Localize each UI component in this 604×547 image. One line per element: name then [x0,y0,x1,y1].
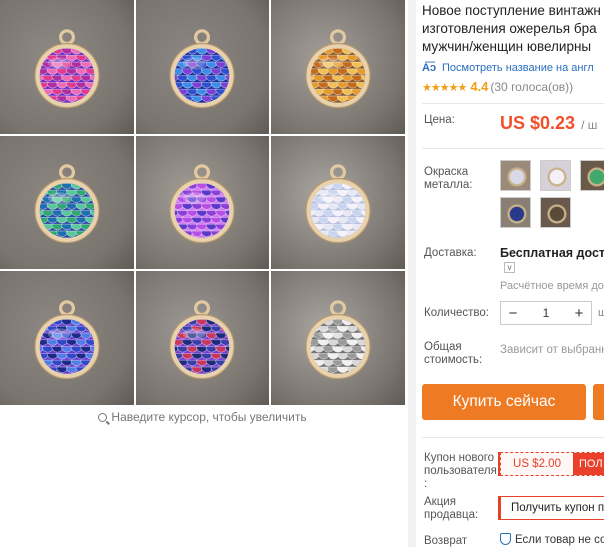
quantity-unit: ш [598,307,604,319]
pendant-image [169,300,236,380]
return-policy-text: Если товар не со [515,534,604,546]
pendant-image [305,300,371,380]
return-policy: Если товар не со [500,533,604,546]
shipping-label: Доставка: [424,247,477,259]
seller-promo-label: Акция продавца: [424,496,479,521]
delivery-estimate: Расчётное время дос [500,280,604,292]
divider [422,148,604,149]
gallery-thumbnail[interactable] [271,271,405,405]
metal-color-swatch[interactable] [580,160,604,191]
gallery-thumbnail[interactable] [135,135,270,270]
translate-title-link[interactable]: A͞ɔ Посмотреть название на англ [422,62,604,74]
gallery-thumbnail[interactable] [135,0,270,134]
pendant-image [305,28,371,108]
metal-color-swatch[interactable] [540,197,571,228]
magnifier-icon [98,413,108,422]
add-to-cart-button[interactable] [593,384,604,420]
pendant-image [34,28,100,108]
shield-icon [500,533,511,545]
product-image-gallery[interactable] [0,0,405,405]
gallery-thumbnail[interactable] [0,135,134,270]
zoom-hint: Наведите курсор, чтобы увеличить [0,410,405,424]
divider [422,103,604,104]
divider [422,437,604,438]
gallery-thumbnail[interactable] [135,271,270,405]
get-seller-coupon-button[interactable]: Получить купон п [500,496,604,520]
pendant-image [34,300,100,380]
return-label: Возврат [424,535,468,547]
pendant-image [305,164,371,244]
divider [408,0,416,547]
zoom-hint-text: Наведите курсор, чтобы увеличить [111,410,307,424]
coupon-amount: US $2.00 [513,458,561,470]
price-unit: / ш [581,118,598,132]
votes-count[interactable]: (30 голоса(ов)) [490,80,573,94]
quantity-decrease-button[interactable]: − [501,305,525,322]
rating-value: 4.4 [470,79,489,94]
translate-icon: A͞ɔ [422,62,437,74]
product-title-line: мужчин/женщин ювелирны [422,39,592,54]
product-title-line: Новое поступление винтажн [422,3,601,18]
new-user-coupon[interactable]: US $2.00 ПОЛ [500,452,604,476]
product-info-panel: Новое поступление винтажн изготовления о… [422,0,604,547]
rating-row[interactable]: ★★★★★ 4.4 (30 голоса(ов)) [422,79,604,94]
new-user-coupon-label: Купон нового пользователя : [424,452,497,490]
quantity-stepper: − 1 + [500,301,592,325]
quantity-increase-button[interactable]: + [567,305,591,322]
product-title: Новое поступление винтажн изготовления о… [422,2,604,56]
translate-link-text[interactable]: Посмотреть название на англ [442,62,594,74]
coupon-get-button[interactable]: ПОЛ [573,453,604,475]
metal-color-swatch[interactable] [500,197,531,228]
pendant-image [169,28,236,108]
product-price: US $0.23 / ш [500,113,597,134]
price-label: Цена: [424,114,455,126]
buy-now-button[interactable]: Купить сейчас [422,384,586,420]
product-title-line: изготовления ожерелья бра [422,21,597,36]
product-page: Наведите курсор, чтобы увеличить Новое п… [0,0,604,547]
quantity-label: Количество: [424,307,489,319]
pendant-image [169,164,236,244]
shipping-dropdown-icon[interactable]: v [504,262,515,273]
gallery-thumbnail[interactable] [0,271,134,405]
metal-color-label: Окраска металла: [424,166,473,191]
rating-stars-icon: ★★★★★ [422,82,467,94]
gallery-thumbnail[interactable] [271,0,405,134]
pendant-image [34,164,100,244]
gallery-thumbnail[interactable] [271,135,405,270]
total-cost: Зависит от выбранн [500,344,604,356]
shipping-method: Бесплатная достав [500,246,604,260]
price-value: US $0.23 [500,113,576,133]
metal-color-swatch[interactable] [500,160,531,191]
gallery-thumbnail[interactable] [0,0,134,134]
metal-color-swatch[interactable] [540,160,571,191]
quantity-input[interactable]: 1 [525,306,567,320]
total-label: Общая стоимость: [424,341,483,366]
